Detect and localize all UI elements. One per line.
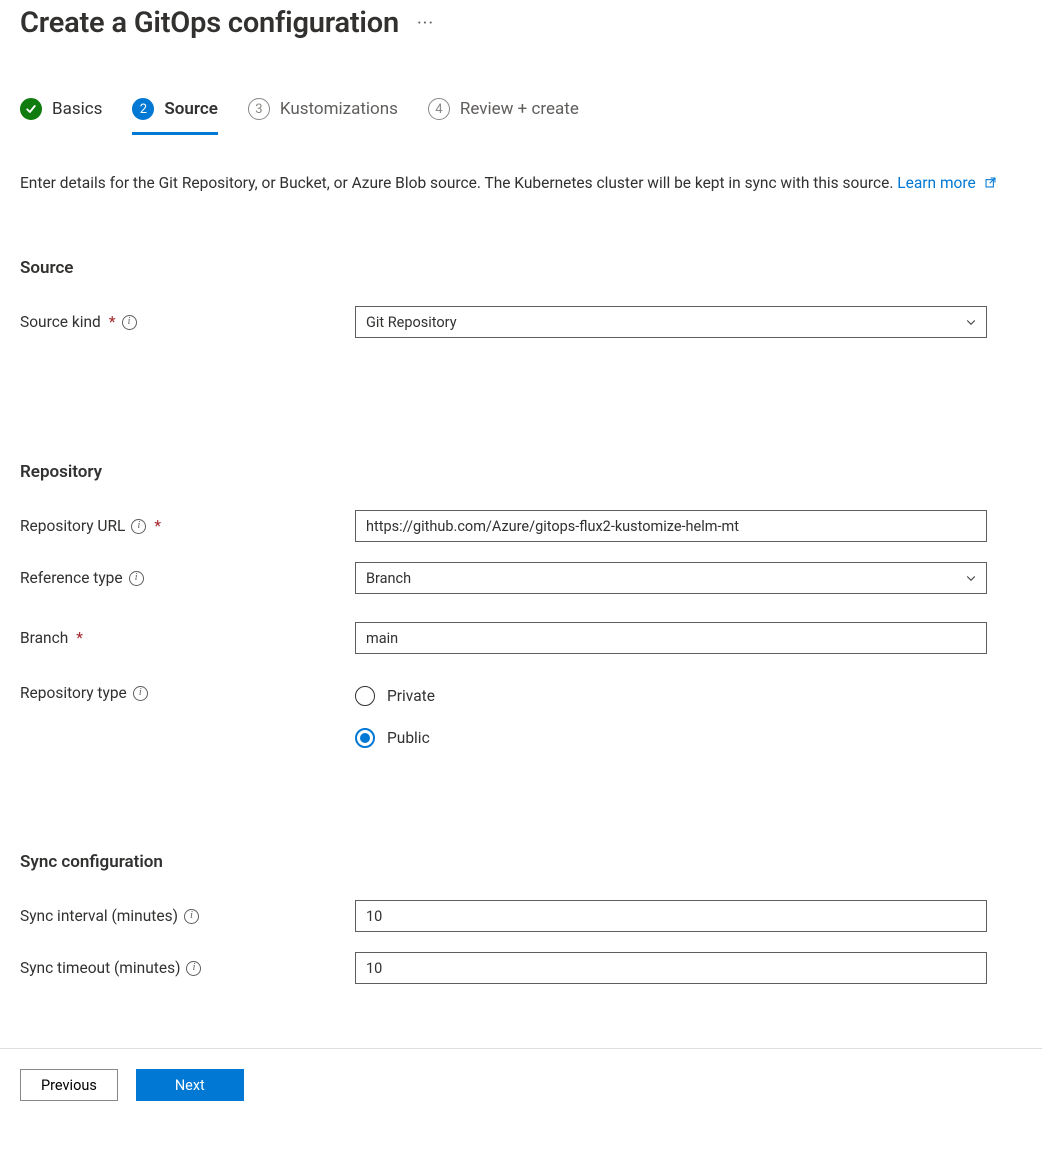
tab-label: Source bbox=[164, 99, 217, 119]
info-icon[interactable] bbox=[186, 961, 201, 976]
source-kind-select[interactable]: Git Repository bbox=[355, 306, 987, 338]
label-source-kind: Source kind bbox=[20, 313, 101, 331]
repo-url-input[interactable] bbox=[355, 510, 987, 542]
tab-label: Review + create bbox=[460, 99, 579, 119]
reference-type-select[interactable]: Branch bbox=[355, 562, 987, 594]
tab-kustomizations[interactable]: 3 Kustomizations bbox=[248, 98, 398, 135]
info-icon[interactable] bbox=[131, 519, 146, 534]
label-sync-interval: Sync interval (minutes) bbox=[20, 907, 178, 925]
reference-type-value: Branch bbox=[366, 570, 411, 587]
tab-review-create[interactable]: 4 Review + create bbox=[428, 98, 579, 135]
intro-body: Enter details for the Git Repository, or… bbox=[20, 174, 893, 192]
repo-type-private-radio[interactable]: Private bbox=[355, 686, 987, 706]
label-reference-type: Reference type bbox=[20, 569, 123, 587]
sync-timeout-input[interactable] bbox=[355, 952, 987, 984]
label-branch: Branch bbox=[20, 629, 68, 647]
radio-label: Private bbox=[387, 687, 435, 705]
wizard-tabs: Basics 2 Source 3 Kustomizations 4 Revie… bbox=[20, 98, 1022, 135]
section-heading-source: Source bbox=[20, 258, 1022, 278]
section-heading-repository: Repository bbox=[20, 462, 1022, 482]
radio-icon bbox=[355, 686, 375, 706]
previous-button[interactable]: Previous bbox=[20, 1069, 118, 1101]
tab-label: Kustomizations bbox=[280, 99, 398, 119]
label-repo-type: Repository type bbox=[20, 684, 127, 702]
tab-basics[interactable]: Basics bbox=[20, 98, 102, 135]
step-number-icon: 3 bbox=[248, 98, 270, 120]
required-indicator: * bbox=[76, 629, 83, 647]
external-link-icon bbox=[984, 172, 997, 196]
source-kind-value: Git Repository bbox=[366, 314, 457, 331]
label-sync-timeout: Sync timeout (minutes) bbox=[20, 959, 180, 977]
section-heading-sync: Sync configuration bbox=[20, 852, 1022, 872]
step-number-icon: 2 bbox=[132, 98, 154, 120]
info-icon[interactable] bbox=[133, 686, 148, 701]
repo-type-radio-group: Private Public bbox=[355, 686, 987, 748]
required-indicator: * bbox=[154, 517, 161, 535]
next-button[interactable]: Next bbox=[136, 1069, 244, 1101]
intro-text: Enter details for the Git Repository, or… bbox=[20, 171, 1022, 196]
tab-source[interactable]: 2 Source bbox=[132, 98, 217, 135]
info-icon[interactable] bbox=[122, 315, 137, 330]
repo-type-public-radio[interactable]: Public bbox=[355, 728, 987, 748]
learn-more-label: Learn more bbox=[897, 174, 975, 192]
more-actions-button[interactable]: ··· bbox=[417, 13, 434, 34]
required-indicator: * bbox=[109, 313, 116, 331]
step-number-icon: 4 bbox=[428, 98, 450, 120]
sync-interval-input[interactable] bbox=[355, 900, 987, 932]
learn-more-link[interactable]: Learn more bbox=[897, 174, 996, 192]
radio-icon bbox=[355, 728, 375, 748]
page-title: Create a GitOps configuration bbox=[20, 6, 399, 40]
wizard-footer: Previous Next bbox=[0, 1048, 1042, 1121]
info-icon[interactable] bbox=[184, 909, 199, 924]
label-repo-url: Repository URL bbox=[20, 517, 125, 535]
info-icon[interactable] bbox=[129, 571, 144, 586]
radio-label: Public bbox=[387, 729, 430, 747]
check-icon bbox=[20, 98, 42, 120]
tab-label: Basics bbox=[52, 99, 102, 119]
branch-input[interactable] bbox=[355, 622, 987, 654]
